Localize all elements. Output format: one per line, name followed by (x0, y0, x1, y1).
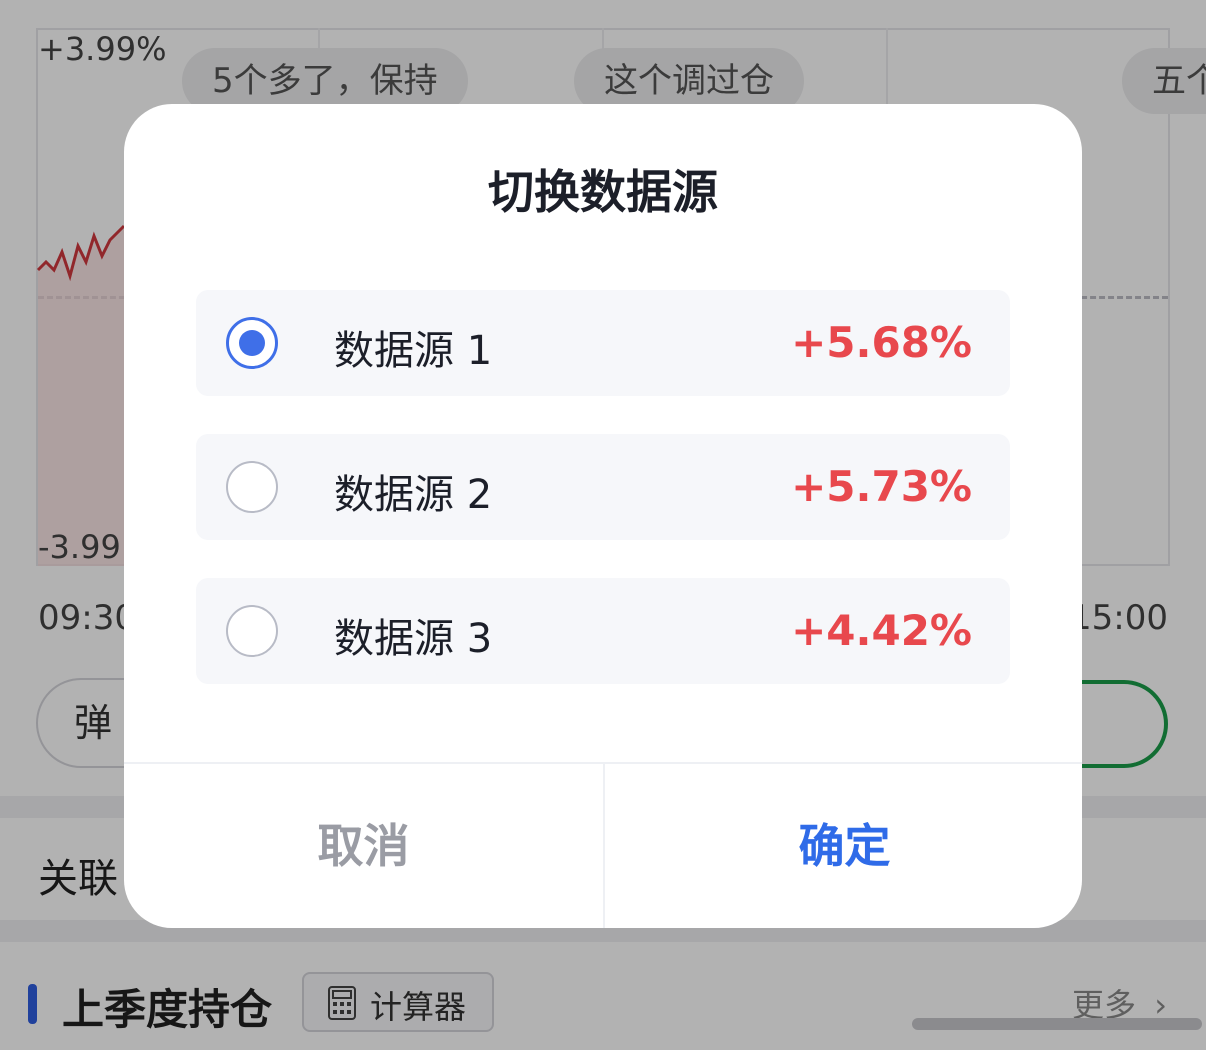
radio-selected-icon[interactable] (226, 317, 278, 369)
cancel-button[interactable]: 取消 (124, 764, 603, 928)
option-change-value: +4.42% (791, 606, 972, 655)
option-label: 数据源 3 (334, 616, 493, 662)
data-source-option-3[interactable]: 数据源 3 +4.42% (196, 578, 1010, 684)
confirm-button[interactable]: 确定 (605, 764, 1082, 928)
radio-unselected-icon[interactable] (226, 605, 278, 657)
radio-unselected-icon[interactable] (226, 461, 278, 513)
option-change-value: +5.73% (791, 462, 972, 511)
option-change-value: +5.68% (791, 318, 972, 367)
data-source-option-2[interactable]: 数据源 2 +5.73% (196, 434, 1010, 540)
option-label: 数据源 1 (334, 328, 493, 374)
switch-data-source-dialog: 切换数据源 数据源 1 +5.68% 数据源 2 +5.73% 数据源 3 +4… (124, 104, 1082, 928)
option-label: 数据源 2 (334, 472, 493, 518)
dialog-title: 切换数据源 (488, 165, 718, 219)
data-source-option-1[interactable]: 数据源 1 +5.68% (196, 290, 1010, 396)
